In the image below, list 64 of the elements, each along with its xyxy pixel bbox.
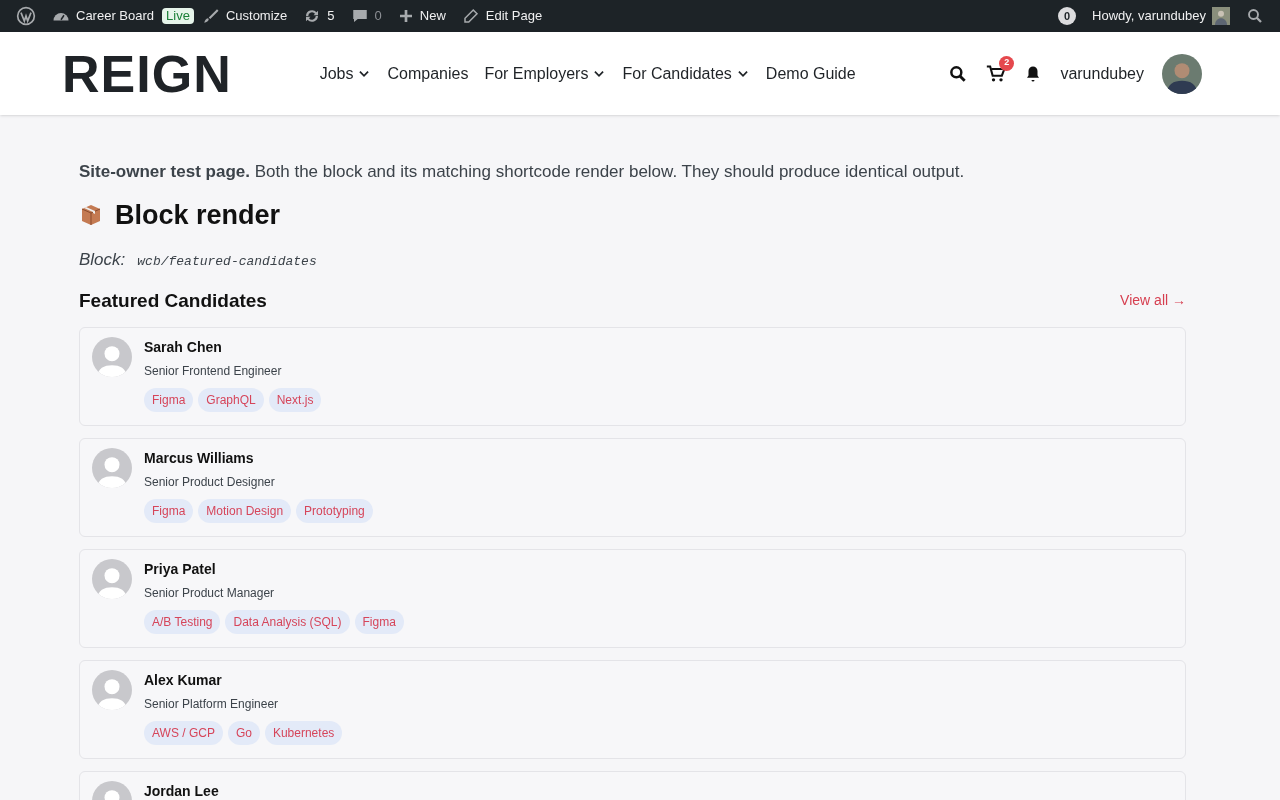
- admin-bar-link[interactable]: Howdy, varundubey: [1084, 0, 1238, 32]
- view-all-link[interactable]: View all →: [1120, 290, 1186, 312]
- section-title: Featured Candidates: [79, 288, 267, 313]
- candidate-title: Senior Product Designer: [144, 474, 276, 491]
- intro-paragraph: Site-owner test page. Both the block and its matching shortcode render below. They should produce identical output.: [79, 161, 966, 183]
- notification-count[interactable]: 0: [1058, 7, 1077, 25]
- admin-bar-link[interactable]: 0: [342, 0, 390, 32]
- nav-link[interactable]: Demo Guide: [757, 61, 864, 86]
- candidate-name[interactable]: Sarah Chen: [144, 337, 322, 357]
- skill-tag: AWS / GCP: [144, 721, 223, 745]
- candidate-name[interactable]: Priya Patel: [144, 559, 404, 579]
- cart-count-badge: 2: [999, 55, 1015, 71]
- candidate-name[interactable]: Marcus Williams: [144, 448, 373, 468]
- skill-tag: A/B Testing: [144, 610, 221, 634]
- admin-bar-link[interactable]: Edit Page: [453, 0, 551, 32]
- cart-icon: [986, 63, 1007, 84]
- username-link[interactable]: varundubey: [1060, 61, 1144, 86]
- skill-tag: Next.js: [268, 388, 322, 412]
- skill-tag: Go: [227, 721, 260, 745]
- avatar-placeholder-icon: [92, 448, 132, 488]
- avatar-icon: [1212, 7, 1230, 25]
- candidate-name[interactable]: Alex Kumar: [144, 670, 343, 690]
- skill-tag: Figma: [354, 610, 404, 634]
- brush-icon: [201, 7, 220, 25]
- skill-tag: GraphQL: [198, 388, 264, 412]
- skill-tag: Figma: [144, 499, 194, 523]
- package-icon: [79, 202, 103, 227]
- admin-bar-link[interactable]: New: [389, 0, 454, 32]
- wordpress-icon: [16, 6, 36, 26]
- pencil-icon: [461, 7, 480, 25]
- skill-tag: Figma: [144, 388, 194, 412]
- search-icon: [948, 63, 969, 84]
- block-label: Block:: [79, 249, 126, 271]
- skill-tag: Kubernetes: [264, 721, 343, 745]
- page-heading: Block render: [115, 198, 281, 232]
- nav-link[interactable]: For Employers: [476, 61, 615, 86]
- candidate-card[interactable]: Alex Kumar Senior Platform Engineer AWS / GCP Go Kubernetes: [79, 660, 1186, 759]
- candidate-name[interactable]: Jordan Lee: [144, 781, 219, 800]
- site-logo[interactable]: REIGN: [62, 47, 232, 100]
- nav-link[interactable]: Companies: [379, 61, 477, 86]
- admin-bar-link[interactable]: Customize: [193, 0, 296, 32]
- user-avatar-icon: [1162, 53, 1202, 94]
- candidate-card[interactable]: Marcus Williams Senior Product Designer Figma Motion Design Prototyping: [79, 438, 1186, 537]
- nav-link[interactable]: Jobs: [311, 61, 380, 86]
- skill-tag: Data Analysis (SQL): [225, 610, 350, 634]
- candidate-card[interactable]: Sarah Chen Senior Frontend Engineer Figma GraphQL Next.js: [79, 327, 1186, 426]
- avatar-placeholder-icon: [92, 670, 132, 710]
- candidate-title: Senior Frontend Engineer: [144, 363, 283, 380]
- candidate-card[interactable]: Priya Patel Senior Product Manager A/B Testing Data Analysis (SQL) Figma: [79, 549, 1186, 648]
- comment-icon: [350, 7, 369, 25]
- avatar-placeholder-icon: [92, 337, 132, 377]
- candidate-title: Senior Platform Engineer: [144, 696, 280, 713]
- candidate-title: Senior Product Manager: [144, 585, 276, 602]
- skill-tag: Motion Design: [198, 499, 292, 523]
- block-name: wcb/featured-candidates: [137, 253, 317, 271]
- admin-bar-link[interactable]: Career Board: [44, 0, 163, 32]
- avatar-placeholder-icon: [92, 559, 132, 599]
- plus-icon: [397, 8, 414, 24]
- search-icon: [1246, 7, 1264, 25]
- nav-link[interactable]: For Candidates: [614, 61, 758, 86]
- admin-bar-link[interactable]: 5: [295, 0, 343, 32]
- live-badge: Live: [162, 8, 194, 24]
- candidate-card[interactable]: Jordan Lee: [79, 771, 1186, 800]
- skill-tag: Prototyping: [296, 499, 373, 523]
